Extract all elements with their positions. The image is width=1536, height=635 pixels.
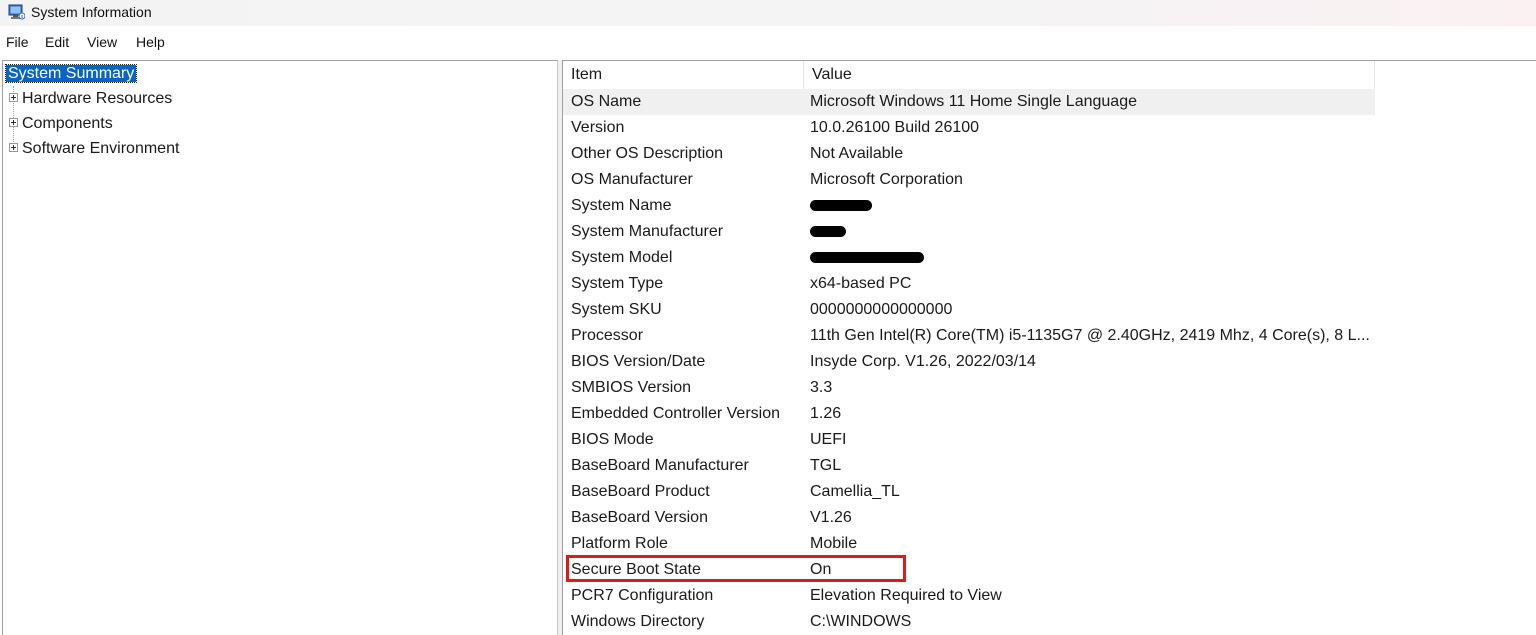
- column-header-value[interactable]: Value: [804, 61, 1375, 89]
- value-cell: Camellia_TL: [810, 483, 900, 500]
- table-row[interactable]: Other OS Description Not Available: [563, 141, 1375, 167]
- expand-plus-icon[interactable]: [9, 143, 18, 152]
- item-cell: System Model: [571, 249, 673, 266]
- details-list[interactable]: Item Value OS Name Microsoft Windows 11 …: [562, 60, 1536, 635]
- item-cell: Version: [571, 119, 625, 136]
- tree-item-components[interactable]: Components: [9, 114, 113, 134]
- value-cell: TGL: [810, 457, 842, 474]
- system-information-icon: [8, 4, 25, 20]
- value-cell: 0000000000000000: [810, 301, 953, 318]
- expand-plus-icon[interactable]: [9, 93, 18, 102]
- value-cell: Not Available: [810, 145, 904, 162]
- table-row[interactable]: System Name: [563, 193, 1375, 219]
- redacted-value: [810, 245, 924, 271]
- value-cell: Microsoft Windows 11 Home Single Languag…: [810, 93, 1137, 110]
- table-row[interactable]: BIOS Mode UEFI: [563, 427, 1375, 453]
- redaction-mark: [810, 226, 846, 238]
- table-row[interactable]: Version 10.0.26100 Build 26100: [563, 115, 1375, 141]
- item-cell: SMBIOS Version: [571, 379, 692, 396]
- value-cell: x64-based PC: [810, 275, 912, 292]
- item-cell: BIOS Mode: [571, 431, 654, 448]
- table-row[interactable]: System Manufacturer: [563, 219, 1375, 245]
- item-cell: System Name: [571, 197, 672, 214]
- value-cell: 1.26: [810, 405, 842, 422]
- value-cell: Elevation Required to View: [810, 587, 1002, 604]
- table-row[interactable]: System SKU 0000000000000000: [563, 297, 1375, 323]
- item-cell: System Type: [571, 275, 664, 292]
- table-row[interactable]: BaseBoard Product Camellia_TL: [563, 479, 1375, 505]
- tree-item-label: System Summary: [4, 64, 138, 83]
- table-row-secure-boot-state[interactable]: Secure Boot State On: [563, 557, 1375, 583]
- table-row[interactable]: Platform Role Mobile: [563, 531, 1375, 557]
- item-cell: Windows Directory: [571, 613, 705, 630]
- table-row[interactable]: SMBIOS Version 3.3: [563, 375, 1375, 401]
- table-row[interactable]: Embedded Controller Version 1.26: [563, 401, 1375, 427]
- details-rows: OS Name Microsoft Windows 11 Home Single…: [563, 89, 1375, 635]
- table-row[interactable]: Processor 11th Gen Intel(R) Core(TM) i5-…: [563, 323, 1375, 349]
- table-row[interactable]: BIOS Version/Date Insyde Corp. V1.26, 20…: [563, 349, 1375, 375]
- table-row[interactable]: System Model: [563, 245, 1375, 271]
- item-cell: PCR7 Configuration: [571, 587, 714, 604]
- redaction-mark: [810, 200, 872, 212]
- item-cell: BIOS Version/Date: [571, 353, 706, 370]
- menu-help[interactable]: Help: [136, 34, 165, 50]
- item-cell: Processor: [571, 327, 644, 344]
- value-cell: 10.0.26100 Build 26100: [810, 119, 980, 136]
- item-cell: OS Name: [571, 93, 642, 110]
- tree-item-label: Components: [22, 115, 113, 132]
- menu-view[interactable]: View: [87, 34, 117, 50]
- tree-item-software-environment[interactable]: Software Environment: [9, 139, 179, 159]
- table-row-os-name[interactable]: OS Name Microsoft Windows 11 Home Single…: [563, 89, 1375, 115]
- table-row[interactable]: PCR7 Configuration Elevation Required to…: [563, 583, 1375, 609]
- table-row[interactable]: Windows Directory C:\WINDOWS: [563, 609, 1375, 635]
- tree-item-hardware-resources[interactable]: Hardware Resources: [9, 89, 172, 109]
- value-cell: V1.26: [810, 509, 852, 526]
- value-cell: Insyde Corp. V1.26, 2022/03/14: [810, 353, 1036, 370]
- column-header-item[interactable]: Item: [563, 61, 804, 89]
- item-cell: BaseBoard Product: [571, 483, 710, 500]
- item-cell: BaseBoard Version: [571, 509, 708, 526]
- item-cell: Other OS Description: [571, 145, 724, 162]
- item-cell: Platform Role: [571, 535, 668, 552]
- expand-plus-icon[interactable]: [9, 118, 18, 127]
- value-cell: On: [810, 561, 832, 578]
- item-cell: System Manufacturer: [571, 223, 724, 240]
- menu-edit[interactable]: Edit: [45, 34, 69, 50]
- menu-bar: File Edit View Help: [0, 29, 1536, 53]
- table-row[interactable]: BaseBoard Version V1.26: [563, 505, 1375, 531]
- table-row[interactable]: OS Manufacturer Microsoft Corporation: [563, 167, 1375, 193]
- value-cell: Mobile: [810, 535, 858, 552]
- item-cell: Secure Boot State: [571, 561, 701, 578]
- value-cell: UEFI: [810, 431, 847, 448]
- table-row[interactable]: BaseBoard Manufacturer TGL: [563, 453, 1375, 479]
- value-cell: C:\WINDOWS: [810, 613, 912, 630]
- tree-item-label: Hardware Resources: [22, 90, 173, 107]
- item-cell: Embedded Controller Version: [571, 405, 781, 422]
- item-cell: BaseBoard Manufacturer: [571, 457, 749, 474]
- value-cell: Microsoft Corporation: [810, 171, 963, 188]
- redaction-mark: [810, 252, 924, 264]
- value-cell: 11th Gen Intel(R) Core(TM) i5-1135G7 @ 2…: [810, 327, 1370, 344]
- item-cell: System SKU: [571, 301, 662, 318]
- tree-item-system-summary[interactable]: System Summary: [4, 64, 138, 84]
- category-tree[interactable]: System Summary Hardware Resources Compon…: [2, 60, 558, 635]
- item-cell: OS Manufacturer: [571, 171, 693, 188]
- window-title: System Information: [31, 4, 152, 20]
- title-bar: System Information: [0, 0, 1536, 26]
- redacted-value: [810, 193, 872, 219]
- menu-file[interactable]: File: [6, 34, 29, 50]
- redacted-value: [810, 219, 846, 245]
- value-cell: 3.3: [810, 379, 833, 396]
- tree-item-label: Software Environment: [22, 140, 180, 157]
- table-row[interactable]: System Type x64-based PC: [563, 271, 1375, 297]
